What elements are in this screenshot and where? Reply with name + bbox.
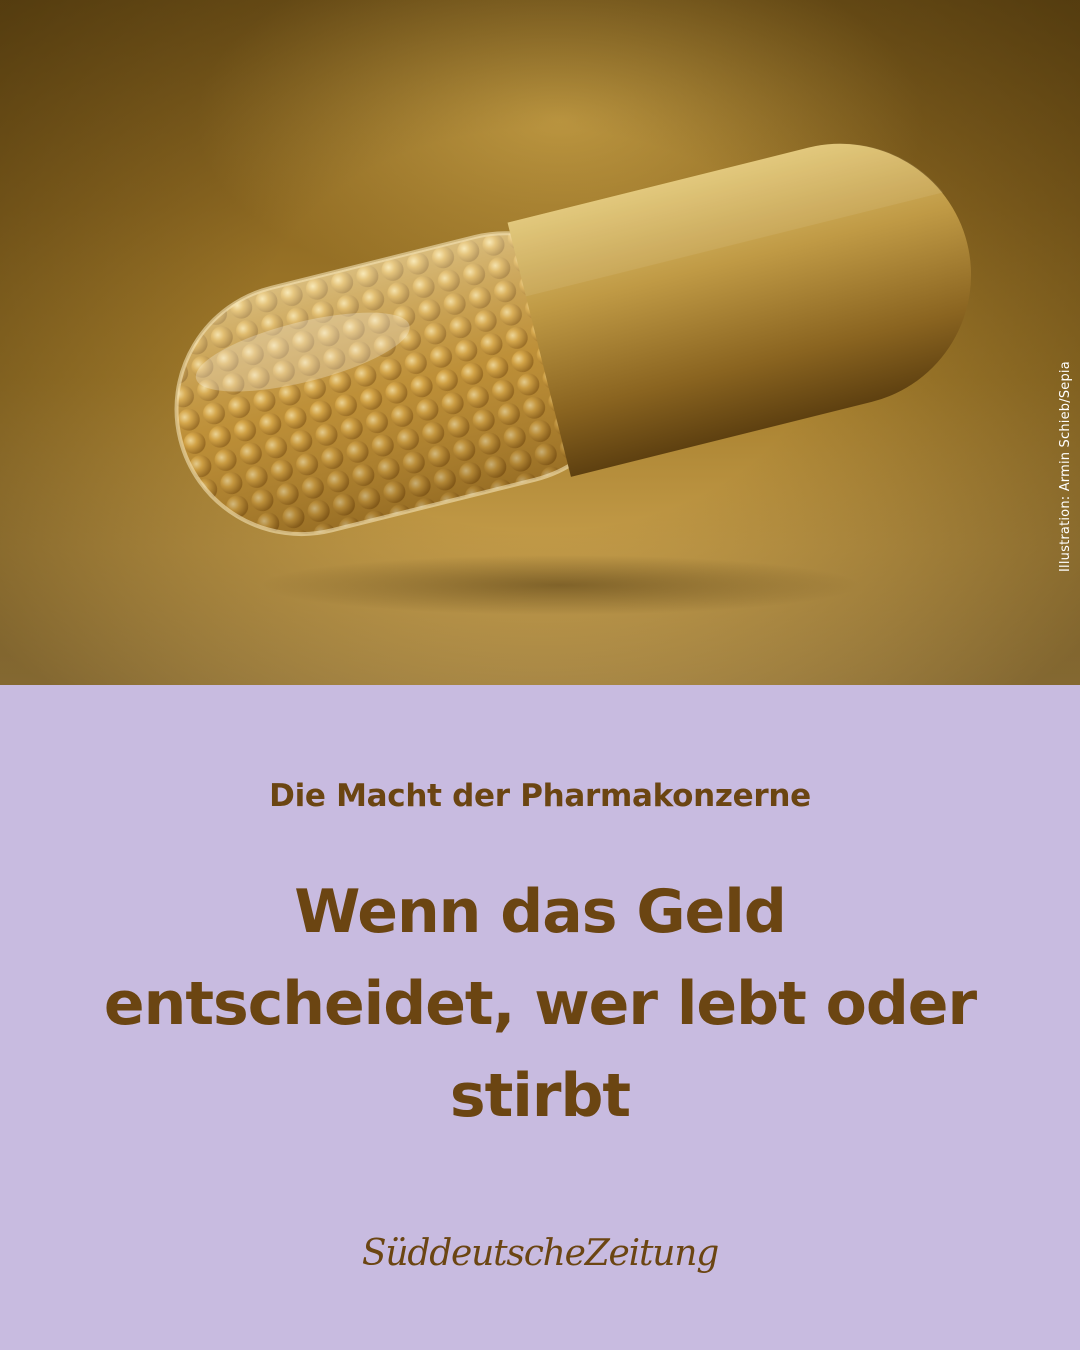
article-kicker: Die Macht der Pharmakonzerne	[269, 778, 811, 814]
article-headline: Wenn das Geld entscheidet, wer lebt oder…	[103, 877, 977, 1131]
hero-illustration: Illustration: Armin Schieb/Sepia	[0, 0, 1080, 685]
brand-logo: SüddeutscheZeitung	[361, 1233, 719, 1274]
gold-capsule-icon	[150, 143, 971, 615]
image-credit: Illustration: Armin Schieb/Sepia	[1058, 361, 1073, 572]
post-card: Illustration: Armin Schieb/Sepia Die Mac…	[0, 0, 1080, 1350]
